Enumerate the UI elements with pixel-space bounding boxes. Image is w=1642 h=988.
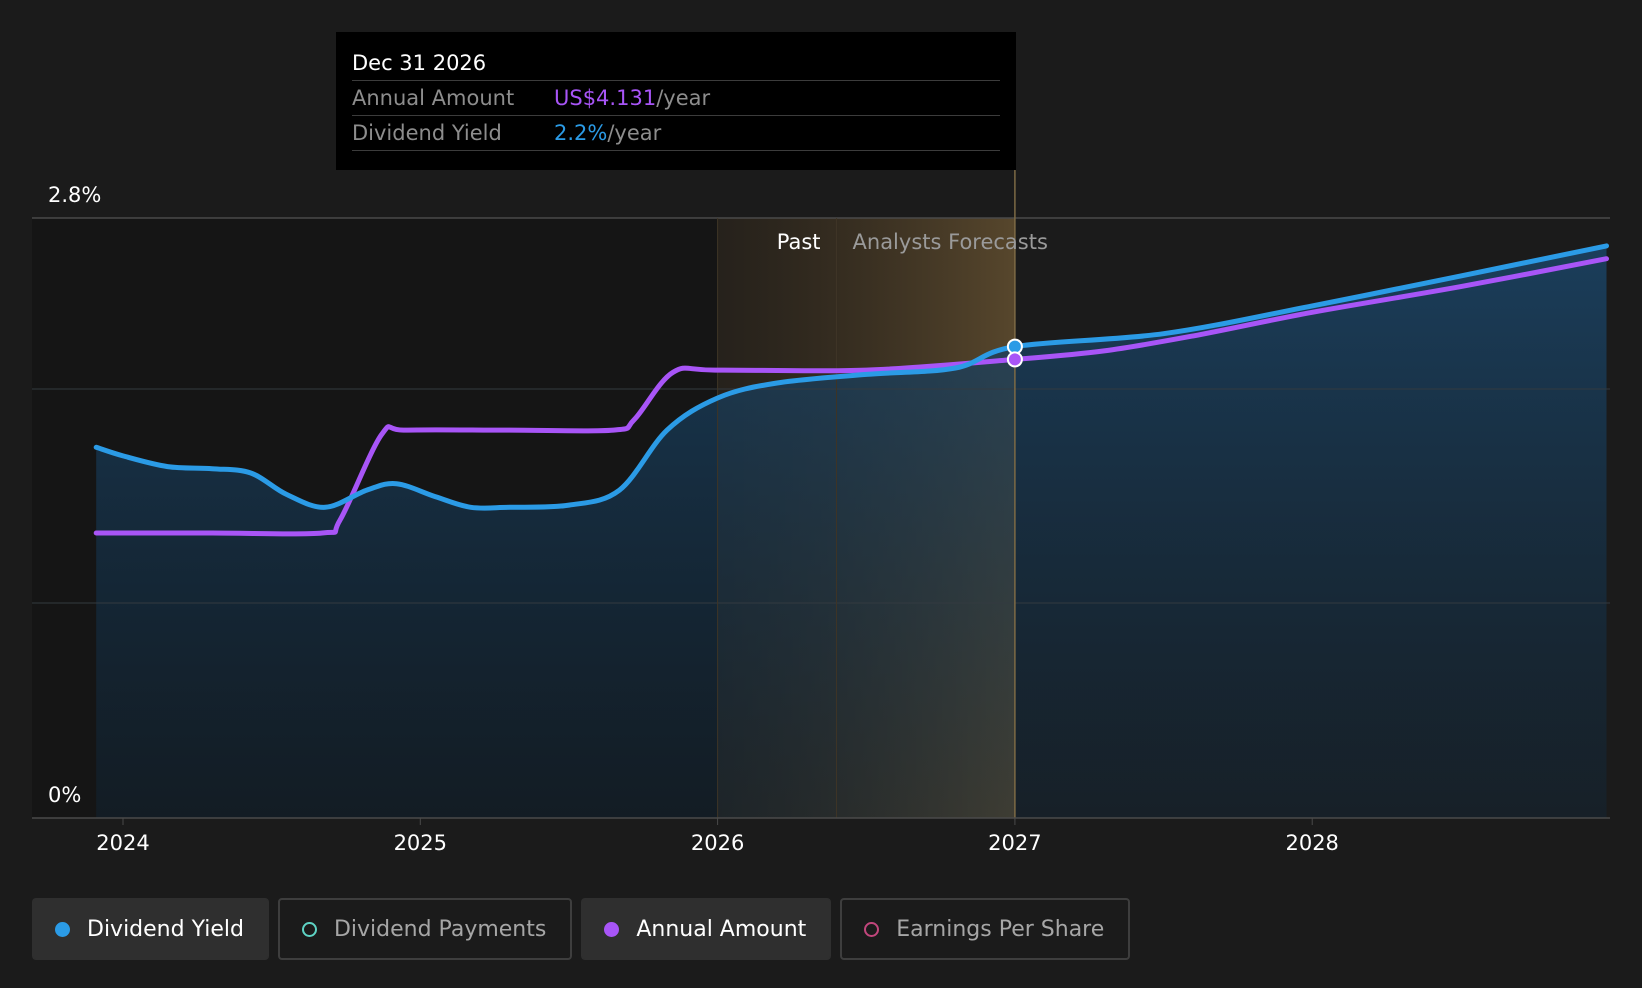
tooltip-unit: /year [607, 121, 662, 145]
legend-item-dividend-payments[interactable]: Dividend Payments [277, 898, 573, 960]
legend-item-earnings-per-share[interactable]: Earnings Per Share [840, 898, 1131, 960]
tooltip: Dec 31 2026 Annual Amount US$4.131/year … [336, 32, 1016, 170]
tooltip-value: US$4.131 [554, 86, 657, 110]
annual-amount-dot-icon [604, 921, 620, 937]
tooltip-unit: /year [656, 86, 711, 110]
legend-label: Dividend Yield [87, 916, 244, 942]
past-label: Past [777, 230, 821, 254]
legend-item-dividend-yield[interactable]: Dividend Yield [32, 898, 269, 960]
tooltip-label: Dividend Yield [352, 121, 502, 145]
y-tick-label: 0% [48, 783, 81, 807]
tooltip-row-dividend-yield: Dividend Yield 2.2%/year [352, 116, 1000, 151]
x-tick-label: 2025 [394, 831, 447, 855]
x-tick-label: 2024 [96, 831, 149, 855]
dividend-yield-dot-icon [55, 921, 70, 937]
legend: Dividend Yield Dividend Payments Annual … [32, 898, 1131, 960]
legend-label: Dividend Payments [333, 916, 547, 942]
x-tick-label: 2026 [691, 831, 744, 855]
x-tick-label: 2027 [988, 831, 1041, 855]
legend-label: Annual Amount [636, 916, 807, 942]
tooltip-row-annual-amount: Annual Amount US$4.131/year [352, 81, 1000, 116]
tooltip-date: Dec 31 2026 [352, 46, 1000, 81]
tooltip-label: Annual Amount [352, 86, 515, 110]
x-tick-label: 2028 [1285, 831, 1338, 855]
legend-item-annual-amount[interactable]: Annual Amount [581, 898, 832, 960]
annual-amount-marker[interactable] [1006, 351, 1023, 368]
legend-label: Earnings Per Share [896, 916, 1105, 942]
tooltip-value: 2.2% [554, 121, 608, 145]
y-tick-label: 2.8% [48, 183, 101, 207]
forecast-label: Analysts Forecasts [853, 230, 1048, 254]
dividend-payments-ring-icon [301, 921, 317, 937]
earnings-per-share-ring-icon [864, 921, 880, 937]
